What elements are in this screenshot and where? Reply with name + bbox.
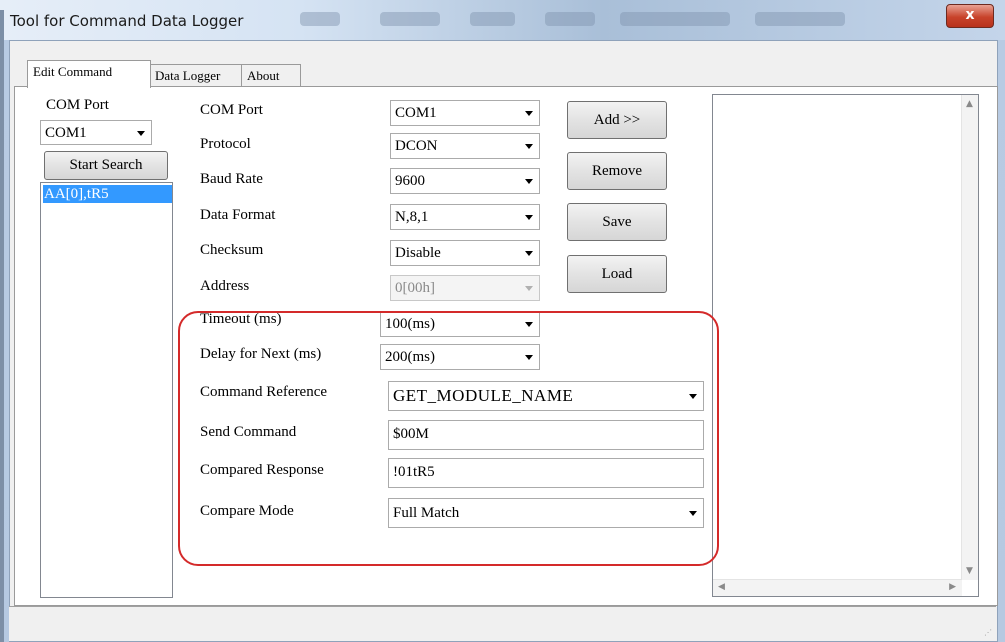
background-blur [755,12,845,26]
background-blur [620,12,730,26]
scroll-left-icon[interactable]: ◀ [718,582,725,592]
tab-about[interactable]: About [241,64,301,87]
status-bar: ⋰ [9,606,996,641]
background-blur [380,12,440,26]
remove-button[interactable]: Remove [567,152,667,190]
background-blur [300,12,340,26]
checksum-label: Checksum [200,242,264,258]
close-icon: x [965,7,975,23]
chevron-down-icon [525,251,533,256]
list-item[interactable]: AA[0],tR5 [43,185,172,203]
data-format-label: Data Format [200,207,276,223]
horizontal-scrollbar[interactable]: ◀ ▶ [713,579,962,596]
highlight-annotation [178,311,719,566]
chevron-down-icon [137,131,145,136]
left-com-port-select[interactable]: COM1 [40,120,152,145]
chevron-down-icon [525,179,533,184]
tab-data-logger[interactable]: Data Logger [149,64,253,87]
load-button[interactable]: Load [567,255,667,293]
command-list[interactable]: ▲ ▼ ◀ ▶ [712,94,979,597]
tab-edit-command[interactable]: Edit Command [27,60,151,88]
protocol-label: Protocol [200,136,251,152]
checksum-select[interactable]: Disable [390,240,540,266]
address-label: Address [200,278,250,294]
scroll-up-icon[interactable]: ▲ [966,99,973,109]
start-search-button[interactable]: Start Search [44,151,168,180]
scroll-right-icon[interactable]: ▶ [949,582,956,592]
background-blur [545,12,595,26]
chevron-down-icon [525,286,533,291]
com-port-label: COM Port [200,102,263,118]
window-edge [0,10,4,642]
left-com-port-label: COM Port [46,97,109,113]
baud-rate-label: Baud Rate [200,171,263,187]
window-title: Tool for Command Data Logger [10,12,244,30]
vertical-scrollbar[interactable]: ▲ ▼ [961,95,978,580]
chevron-down-icon [525,111,533,116]
com-port-select[interactable]: COM1 [390,100,540,126]
scroll-down-icon[interactable]: ▼ [966,566,973,576]
save-button[interactable]: Save [567,203,667,241]
close-button[interactable]: x [946,4,994,28]
title-bar[interactable]: Tool for Command Data Logger x [0,0,1005,40]
chevron-down-icon [525,144,533,149]
resize-grip-icon[interactable]: ⋰ [984,628,992,637]
background-blur [470,12,515,26]
search-results-list[interactable]: AA[0],tR5 [40,182,173,598]
baud-rate-select[interactable]: 9600 [390,168,540,194]
address-select: 0[00h] [390,275,540,301]
protocol-select[interactable]: DCON [390,133,540,159]
add-button[interactable]: Add >> [567,101,667,139]
chevron-down-icon [525,215,533,220]
data-format-select[interactable]: N,8,1 [390,204,540,230]
